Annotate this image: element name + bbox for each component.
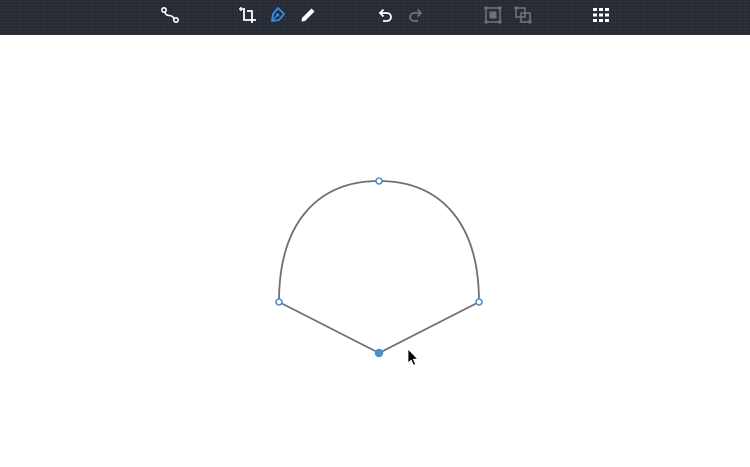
toolbar — [0, 0, 750, 35]
redo-icon — [409, 8, 423, 22]
pencil-tool-button[interactable] — [295, 4, 321, 26]
anchor-point-bottom-selected[interactable] — [374, 348, 384, 358]
group-button[interactable] — [480, 4, 506, 26]
pen-tool-button[interactable] — [264, 4, 290, 26]
ungroup-icon — [514, 6, 532, 24]
undo-button[interactable] — [372, 4, 398, 26]
anchor-point-top[interactable] — [375, 177, 383, 185]
grid-button[interactable] — [588, 4, 614, 26]
vector-editor-app — [0, 0, 750, 467]
crop-tool-button[interactable] — [235, 4, 261, 26]
path-tool-button[interactable] — [157, 4, 183, 26]
anchor-point-left[interactable] — [275, 298, 283, 306]
canvas-svg — [275, 177, 483, 366]
grid-icon — [593, 8, 609, 22]
drawing-canvas[interactable] — [0, 35, 750, 467]
pencil-icon — [301, 8, 315, 22]
undo-icon — [378, 8, 392, 22]
anchor-point-right[interactable] — [475, 298, 483, 306]
ungroup-button[interactable] — [510, 4, 536, 26]
mouse-cursor-icon — [407, 348, 418, 366]
crop-add-icon — [239, 7, 256, 23]
pen-nib-icon — [271, 7, 285, 22]
redo-button[interactable] — [403, 4, 429, 26]
path-nodes-icon — [160, 6, 180, 24]
vector-path[interactable] — [278, 180, 480, 354]
group-icon — [484, 6, 502, 24]
